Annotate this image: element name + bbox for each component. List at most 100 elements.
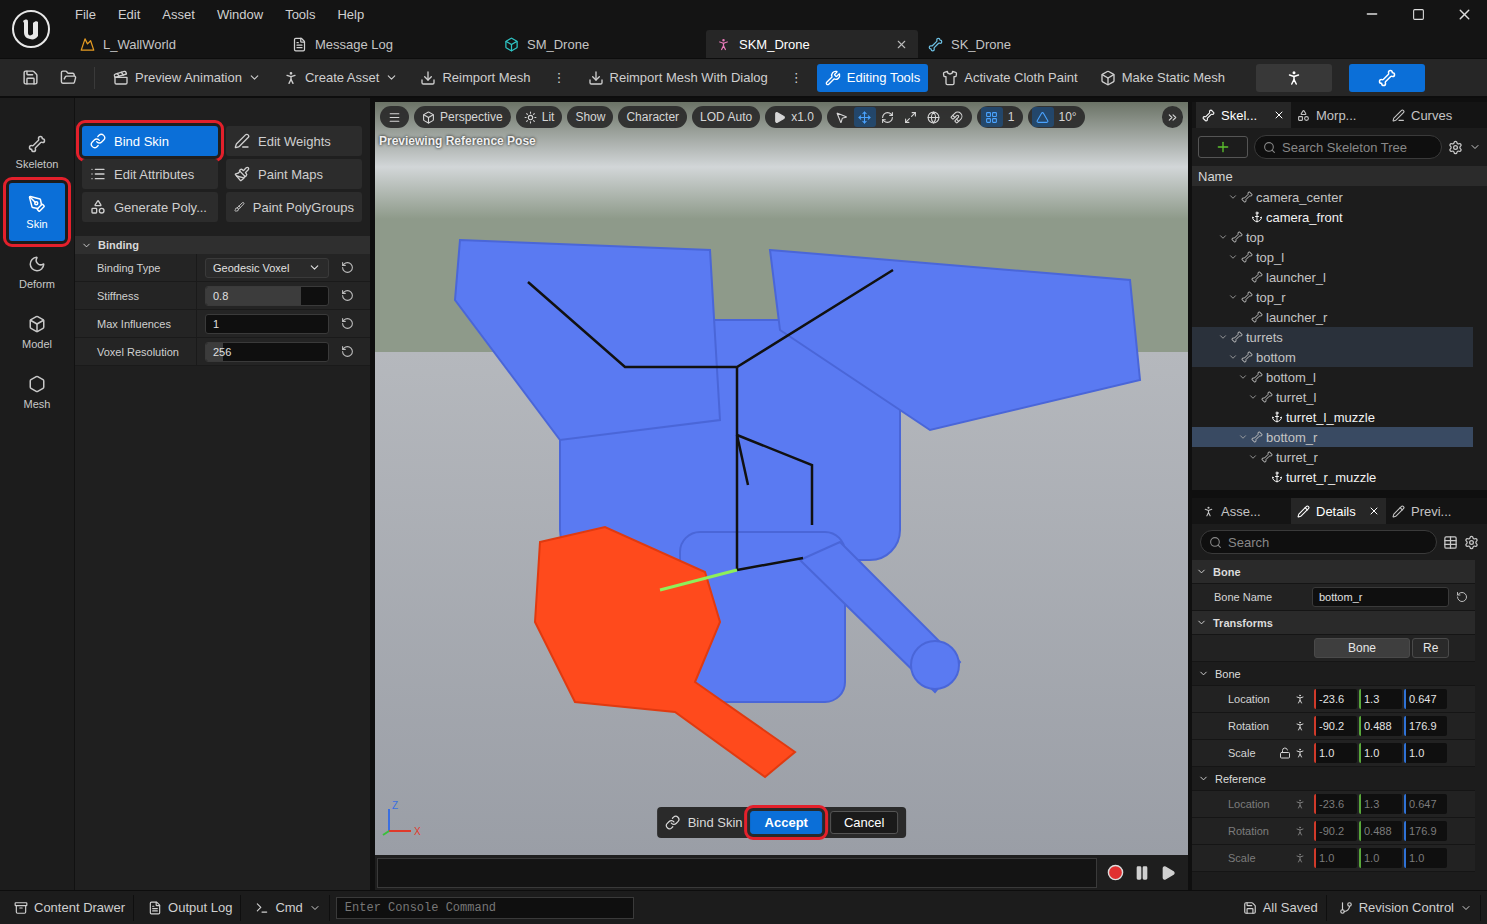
binding-type-dropdown[interactable]: Geodesic Voxel (205, 258, 329, 278)
vector-field[interactable]: 0.488 (1359, 716, 1402, 736)
cancel-button[interactable]: Cancel (830, 811, 898, 834)
tree-row[interactable]: turret_r (1192, 447, 1473, 467)
tab-close-button[interactable] (895, 38, 908, 51)
space-icon[interactable] (1294, 747, 1306, 759)
tree-arrow[interactable] (1238, 432, 1248, 442)
mode-item[interactable]: Model (9, 303, 65, 361)
transform-tool[interactable] (923, 107, 945, 127)
grid-snap[interactable]: 1 (977, 106, 1023, 128)
more-options-button[interactable] (1162, 106, 1183, 128)
space-icon[interactable] (1294, 825, 1306, 837)
play-button[interactable] (1160, 865, 1176, 881)
tree-arrow[interactable] (1248, 392, 1258, 402)
toolbar-button[interactable]: Editing Tools (817, 64, 928, 92)
tree-row[interactable]: turrets (1192, 327, 1473, 347)
tree-row[interactable]: top (1192, 227, 1473, 247)
tree-arrow[interactable] (1228, 192, 1238, 202)
tree-arrow[interactable] (1248, 452, 1258, 462)
document-tab[interactable]: SKM_Drone (706, 30, 918, 58)
toolbar-button[interactable]: Reimport Mesh (412, 64, 538, 92)
viewport-canvas[interactable]: PerspectiveLitShowCharacterLOD Autox1.01… (375, 102, 1188, 855)
tool-button[interactable]: Paint Maps (226, 159, 362, 189)
settings-icon[interactable] (1464, 535, 1479, 550)
tool-button[interactable]: Edit Attributes (82, 159, 218, 189)
subsection-header[interactable]: Bone (1192, 662, 1475, 686)
number-field[interactable]: 1 (205, 314, 329, 334)
tree-row[interactable]: bottom_r (1192, 427, 1473, 447)
slider-field[interactable]: 0.8 (205, 286, 329, 306)
tree-arrow[interactable] (1228, 352, 1238, 362)
close-icon[interactable] (1273, 109, 1285, 121)
viewport-button[interactable]: Lit (516, 106, 563, 128)
menu-item[interactable]: File (64, 7, 107, 22)
tree-row[interactable]: camera_front (1192, 207, 1473, 227)
space-icon[interactable] (1294, 798, 1306, 810)
angle-toggle[interactable] (1032, 107, 1054, 127)
status-button[interactable]: Revision Control (1331, 895, 1481, 921)
viewport-button[interactable]: Perspective (414, 106, 511, 128)
panel-tab[interactable]: Previ... (1386, 498, 1481, 524)
chevron-down-icon[interactable] (1469, 141, 1481, 153)
document-tab[interactable]: SM_Drone (494, 30, 706, 58)
accept-button[interactable]: Accept (751, 811, 822, 834)
transform-tool[interactable] (854, 107, 876, 127)
section-header[interactable]: Transforms (1192, 611, 1475, 635)
unreal-logo-icon[interactable] (11, 9, 51, 49)
reset-button[interactable] (329, 317, 365, 330)
viewport-button[interactable]: LOD Auto (692, 106, 760, 128)
menu-item[interactable]: Help (326, 7, 375, 22)
settings-icon[interactable] (1448, 140, 1463, 155)
viewport-button[interactable]: x1.0 (765, 106, 822, 128)
toolbar-button[interactable]: Reimport Mesh With Dialog (580, 64, 776, 92)
tree-arrow[interactable] (1228, 292, 1238, 302)
tree-arrow[interactable] (1228, 252, 1238, 262)
panel-tab[interactable]: Skel... (1196, 102, 1291, 128)
status-button[interactable]: All Saved (1235, 895, 1327, 921)
tree-row[interactable]: bottom (1192, 347, 1473, 367)
reset-button[interactable] (329, 261, 365, 274)
vector-field[interactable]: 1.0 (1359, 743, 1402, 763)
logo[interactable] (0, 0, 62, 58)
mode-button[interactable] (1349, 64, 1425, 92)
panel-tab[interactable]: Curves (1386, 102, 1481, 128)
status-button[interactable]: Cmd (247, 895, 329, 921)
timeline-track[interactable] (377, 858, 1097, 888)
panel-tab[interactable]: Asse... (1196, 498, 1291, 524)
viewport-button[interactable]: Show (567, 106, 613, 128)
vector-field[interactable]: 176.9 (1404, 716, 1447, 736)
tree-column-header[interactable]: Name (1192, 166, 1487, 186)
viewport-menu-button[interactable] (380, 106, 409, 128)
close-button[interactable] (1441, 0, 1487, 28)
more-button[interactable]: ⋮ (782, 64, 811, 92)
transform-tool[interactable] (900, 107, 922, 127)
vector-field[interactable]: 0.647 (1404, 689, 1447, 709)
document-tab[interactable]: Message Log (282, 30, 494, 58)
tree-row[interactable]: turret_l (1192, 387, 1473, 407)
more-button[interactable]: ⋮ (545, 64, 574, 92)
pause-button[interactable] (1134, 865, 1150, 881)
vector-field[interactable]: -90.2 (1314, 716, 1357, 736)
mode-item[interactable]: Mesh (9, 363, 65, 421)
angle-snap[interactable]: 10° (1028, 106, 1085, 128)
mode-item[interactable]: Skin (9, 183, 65, 241)
tree-arrow[interactable] (1218, 232, 1228, 242)
menu-item[interactable]: Edit (107, 7, 151, 22)
toolbar-button[interactable]: Preview Animation (105, 64, 269, 92)
reset-button[interactable] (1449, 591, 1475, 603)
vector-field[interactable]: 1.0 (1404, 743, 1447, 763)
unlock-icon[interactable] (1279, 747, 1291, 759)
space-icon[interactable] (1294, 852, 1306, 864)
tree-arrow[interactable] (1238, 372, 1248, 382)
tree-arrow[interactable] (1218, 332, 1228, 342)
mode-item[interactable]: Skeleton (9, 123, 65, 181)
menu-item[interactable]: Window (206, 7, 274, 22)
subsection-header[interactable]: Reference (1192, 767, 1475, 791)
toggle-button[interactable]: Bone (1314, 638, 1410, 658)
mode-button[interactable] (1256, 64, 1332, 92)
mode-item[interactable]: Deform (9, 243, 65, 301)
tool-button[interactable]: Bind Skin (82, 126, 218, 156)
menu-item[interactable]: Asset (151, 7, 206, 22)
section-header[interactable]: Bone (1192, 560, 1475, 584)
viewport-scene[interactable] (375, 102, 1188, 855)
tree-row[interactable]: launcher_l (1192, 267, 1473, 287)
